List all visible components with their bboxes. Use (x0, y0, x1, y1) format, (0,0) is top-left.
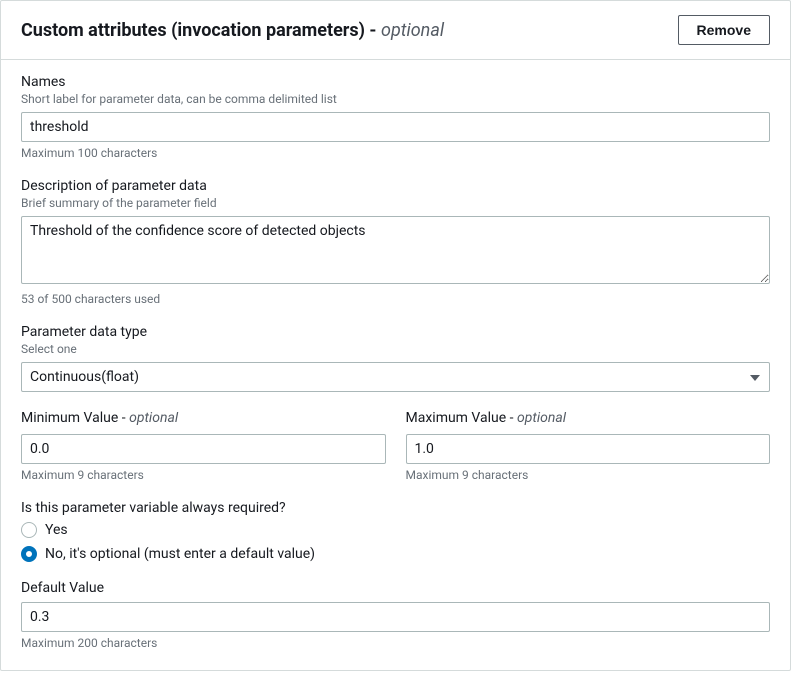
radio-icon (21, 522, 37, 538)
minvalue-group: Minimum Value - optional Maximum 9 chara… (21, 410, 386, 482)
panel-title: Custom attributes (invocation parameters… (21, 20, 444, 41)
panel-title-optional: optional (381, 20, 444, 41)
datatype-select[interactable]: Continuous(float) (21, 362, 770, 392)
required-no-label: No, it's optional (must enter a default … (45, 546, 315, 562)
names-input[interactable] (21, 112, 770, 142)
maxvalue-label: Maximum Value - optional (406, 410, 771, 426)
required-radio-group: Yes No, it's optional (must enter a defa… (21, 522, 770, 562)
description-label: Description of parameter data (21, 178, 770, 194)
minvalue-hint: Maximum 9 characters (21, 468, 386, 482)
min-max-row: Minimum Value - optional Maximum 9 chara… (21, 410, 770, 482)
required-label: Is this parameter variable always requir… (21, 500, 770, 516)
required-yes-label: Yes (45, 522, 68, 538)
datatype-label: Parameter data type (21, 324, 770, 340)
minvalue-input[interactable] (21, 434, 386, 464)
required-group: Is this parameter variable always requir… (21, 500, 770, 562)
description-group: Description of parameter data Brief summ… (21, 178, 770, 306)
maxvalue-group: Maximum Value - optional Maximum 9 chara… (406, 410, 771, 482)
minvalue-label-sep: - (118, 410, 129, 426)
datatype-group: Parameter data type Select one Continuou… (21, 324, 770, 392)
defaultvalue-group: Default Value Maximum 200 characters (21, 580, 770, 650)
maxvalue-label-sep: - (506, 410, 517, 426)
minvalue-label: Minimum Value - optional (21, 410, 386, 426)
radio-icon-selected (21, 546, 37, 562)
remove-button[interactable]: Remove (678, 15, 770, 45)
minvalue-label-main: Minimum Value (21, 410, 118, 426)
required-radio-yes[interactable]: Yes (21, 522, 770, 538)
defaultvalue-label: Default Value (21, 580, 770, 596)
custom-attributes-panel: Custom attributes (invocation parameters… (0, 0, 791, 671)
description-hint: 53 of 500 characters used (21, 292, 770, 306)
names-sublabel: Short label for parameter data, can be c… (21, 92, 770, 106)
required-radio-no[interactable]: No, it's optional (must enter a default … (21, 546, 770, 562)
maxvalue-label-optional: optional (517, 410, 566, 426)
panel-header: Custom attributes (invocation parameters… (1, 1, 790, 60)
names-hint: Maximum 100 characters (21, 146, 770, 160)
names-label: Names (21, 74, 770, 90)
datatype-sublabel: Select one (21, 342, 770, 356)
maxvalue-hint: Maximum 9 characters (406, 468, 771, 482)
names-group: Names Short label for parameter data, ca… (21, 74, 770, 160)
description-sublabel: Brief summary of the parameter field (21, 196, 770, 210)
maxvalue-input[interactable] (406, 434, 771, 464)
minvalue-label-optional: optional (129, 410, 178, 426)
description-textarea[interactable] (21, 216, 770, 284)
datatype-select-wrapper: Continuous(float) (21, 362, 770, 392)
defaultvalue-hint: Maximum 200 characters (21, 636, 770, 650)
panel-title-main: Custom attributes (invocation parameters… (21, 20, 365, 41)
defaultvalue-input[interactable] (21, 602, 770, 632)
maxvalue-label-main: Maximum Value (406, 410, 507, 426)
panel-title-sep: - (365, 20, 381, 41)
panel-body: Names Short label for parameter data, ca… (1, 60, 790, 670)
